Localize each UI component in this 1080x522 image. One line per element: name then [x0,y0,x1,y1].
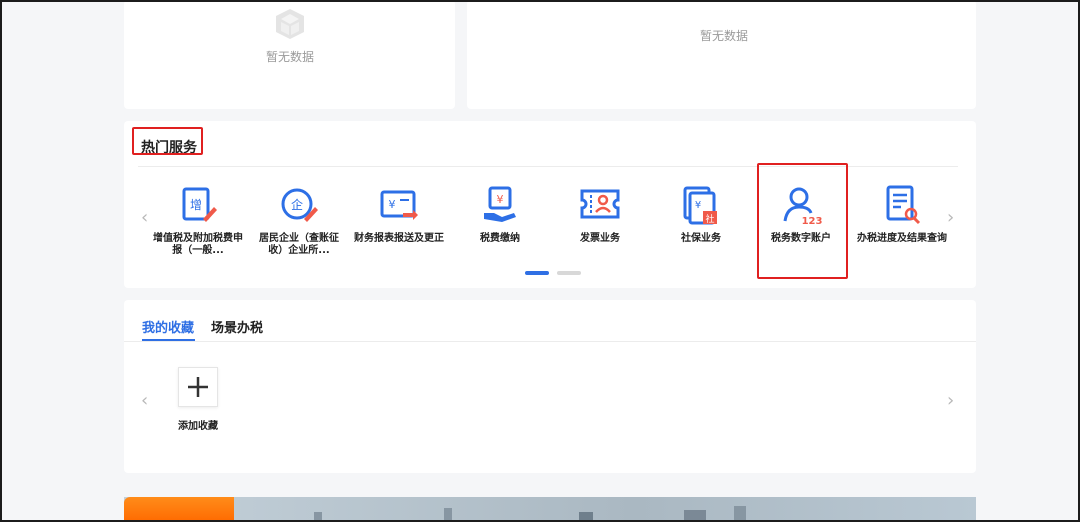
favorites-next-icon[interactable]: › [947,390,954,411]
social-security-icon: ¥ 社 [683,186,717,225]
svg-text:企: 企 [291,197,303,212]
service-label: 社保业务 [681,233,721,244]
enterprise-tax-icon: 企 [281,188,318,222]
banner-building [444,508,452,522]
tab-my-favorites[interactable]: 我的收藏 [142,317,194,336]
right-empty-card [467,0,976,109]
service-label: 财务报表报送及更正 [354,233,444,244]
service-social-security[interactable]: ¥ 社 社保业务 [656,183,746,245]
banner-building [579,512,593,522]
bottom-banner[interactable] [124,497,976,522]
service-label: 办税进度及结果查询 [857,233,947,244]
service-label: 税费缴纳 [480,233,520,244]
financial-report-icon: ¥ [380,190,418,220]
banner-building [684,510,706,522]
carousel-dot-active[interactable] [525,271,549,275]
empty-text-right: 暂无数据 [699,29,748,43]
add-favorite-button[interactable] [178,367,218,407]
highlight-title-box [132,127,203,155]
progress-query-icon [886,185,921,225]
service-financial-report[interactable]: ¥ 财务报表报送及更正 [354,183,444,245]
empty-box-icon [276,9,304,39]
service-progress-query[interactable]: 办税进度及结果查询 [857,183,947,245]
carousel-prev-icon[interactable]: ‹ [141,207,148,228]
hot-services-card [124,121,976,288]
svg-text:社: 社 [705,213,714,225]
empty-text-left: 暂无数据 [265,50,314,64]
banner-badge [124,497,234,522]
plus-icon [188,377,208,397]
banner-building [734,506,746,522]
empty-box-icon-right [705,0,741,14]
svg-text:¥: ¥ [695,200,701,211]
service-vat-declare[interactable]: 增 增值税及附加税费申报（一般... [153,183,243,257]
add-favorite-label: 添加收藏 [178,421,218,432]
carousel-next-icon[interactable]: › [947,207,954,228]
banner-building [314,512,322,522]
invoice-icon [580,189,620,219]
carousel-dot[interactable] [557,271,581,275]
service-label: 居民企业（查账征收）企业所... [259,233,339,256]
service-tax-payment[interactable]: ¥ 税费缴纳 [455,183,545,245]
vat-declare-icon: 增 [182,187,217,222]
tab-scene-tax[interactable]: 场景办税 [211,317,263,336]
svg-text:增: 增 [190,198,202,212]
tax-payment-icon: ¥ [484,186,516,222]
service-label: 发票业务 [580,233,620,244]
service-invoice[interactable]: 发票业务 [555,183,645,245]
service-enterprise-tax[interactable]: 企 居民企业（查账征收）企业所... [254,183,344,257]
svg-text:¥: ¥ [389,198,396,211]
highlight-service-box [757,163,848,279]
svg-text:¥: ¥ [497,193,504,206]
service-label: 增值税及附加税费申报（一般... [153,233,243,256]
favorites-prev-icon[interactable]: ‹ [141,390,148,411]
favorites-divider [124,341,976,342]
